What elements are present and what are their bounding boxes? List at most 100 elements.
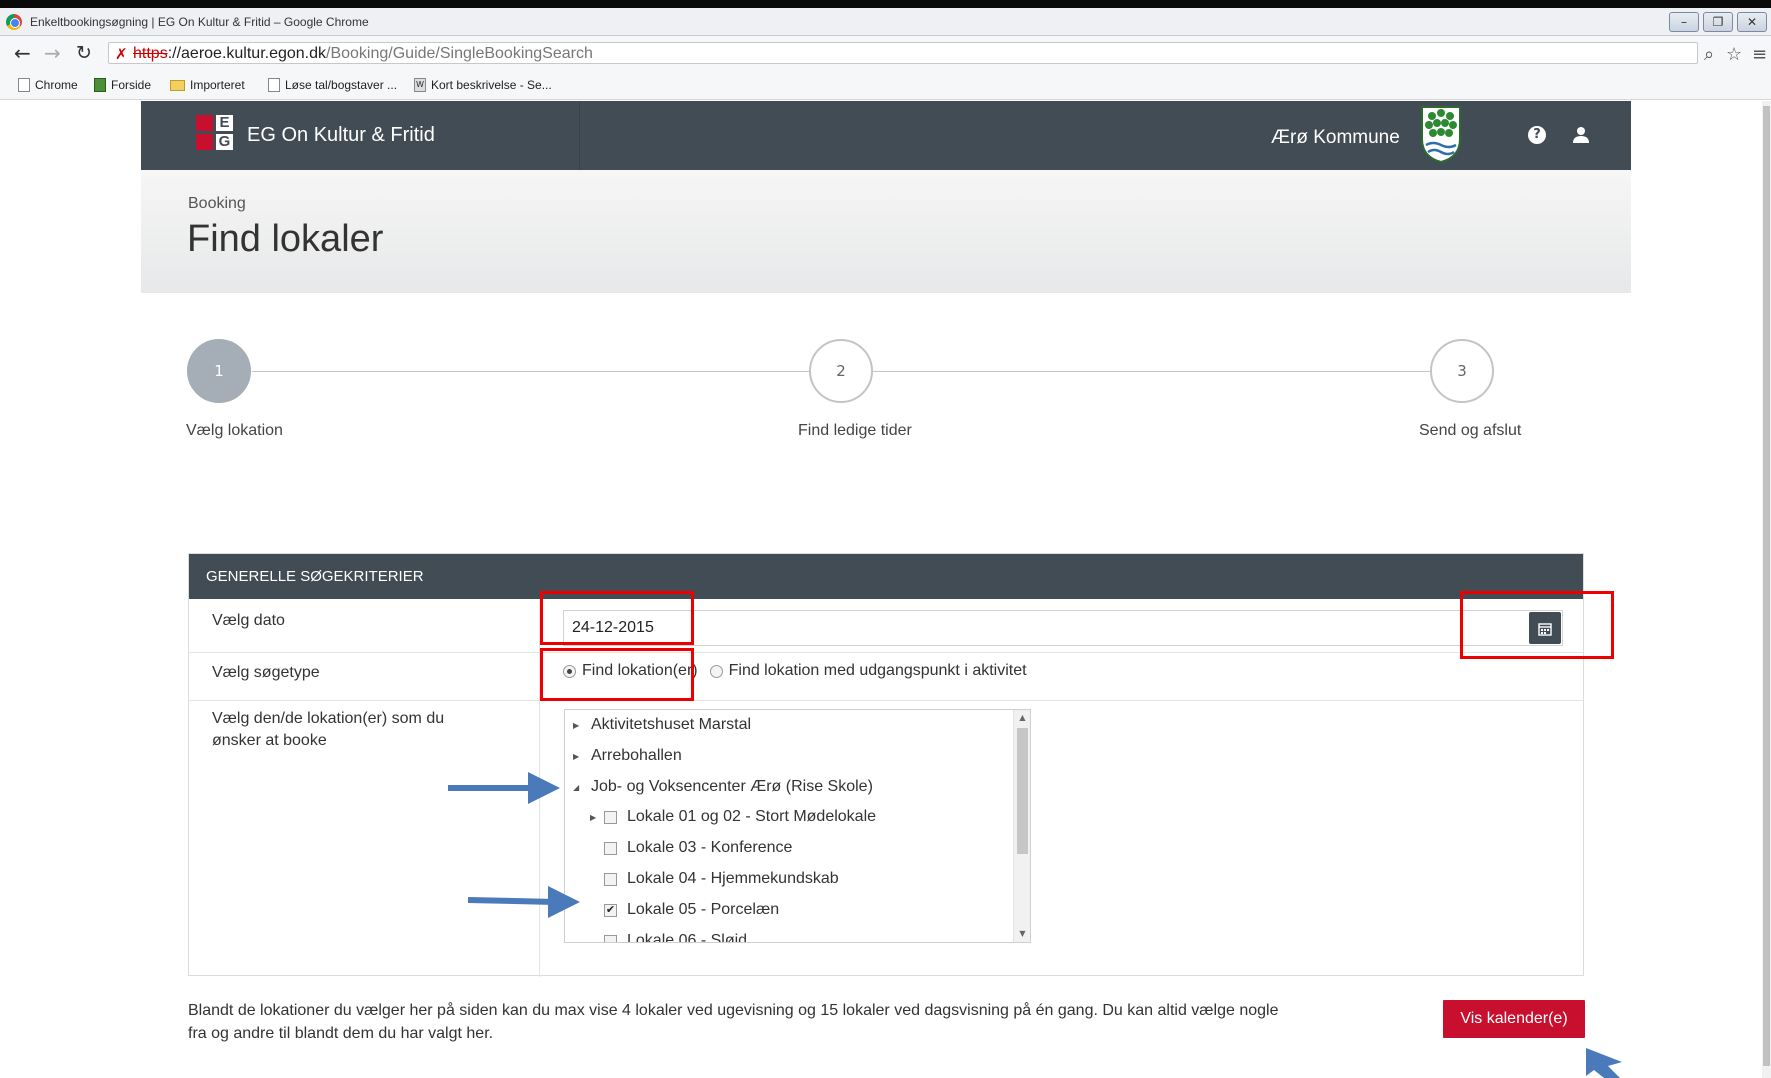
app-name[interactable]: EG On Kultur & Fritid <box>247 124 435 147</box>
bookmark-item[interactable]: Løse tal/bogstaver ... <box>268 78 397 92</box>
location-label-line2: ønsker at booke <box>212 732 327 749</box>
tree-scrollbar[interactable]: ▲ ▼ <box>1013 710 1030 942</box>
bookmark-item[interactable]: Importeret <box>170 78 245 92</box>
page-scrollbar-thumb[interactable] <box>1763 106 1770 1066</box>
step-3-circle: 3 <box>1430 339 1494 403</box>
zoom-icon[interactable]: ⌕ <box>1704 44 1714 65</box>
page-scrollbar[interactable] <box>1762 101 1771 1078</box>
minimize-icon[interactable]: – <box>1669 12 1699 32</box>
tree-leaf[interactable]: ▶ Lokale 01 og 02 - Stort Mødelokale <box>590 808 876 826</box>
menu-icon[interactable]: ≡ <box>1752 44 1767 65</box>
panel-heading: GENERELLE SØGEKRITERIER <box>189 554 1583 599</box>
show-calendar-button[interactable]: Vis kalender(e) <box>1443 1000 1585 1038</box>
search-criteria-panel: GENERELLE SØGEKRITERIER Vælg dato 24-12-… <box>188 553 1584 977</box>
address-bar[interactable]: ✗ https://aeroe.kultur.egon.dk/Booking/G… <box>108 42 1698 64</box>
scroll-down-icon[interactable]: ▼ <box>1014 926 1030 942</box>
user-icon[interactable] <box>1572 126 1590 144</box>
checkbox[interactable] <box>604 872 617 886</box>
page-heading: Booking Find lokaler <box>141 170 1631 293</box>
step-2-circle: 2 <box>809 339 873 403</box>
window-title: Enkeltbookingsøgning | EG On Kultur & Fr… <box>30 15 369 29</box>
row-divider <box>189 652 1583 653</box>
reload-icon[interactable]: ↻ <box>76 43 92 63</box>
scroll-up-icon[interactable]: ▲ <box>1014 710 1030 726</box>
municipality-crest-icon <box>1421 106 1461 163</box>
expand-icon[interactable]: ▶ <box>573 721 583 730</box>
page-title: Find lokaler <box>187 218 384 260</box>
browser-toolbar: ← → ↻ ✗ https://aeroe.kultur.egon.dk/Boo… <box>0 36 1771 70</box>
date-input[interactable]: 24-12-2015 <box>563 610 1563 646</box>
expand-icon[interactable]: ▶ <box>590 813 600 822</box>
page-icon <box>268 78 280 92</box>
tree-leaf[interactable]: Lokale 03 - Konference <box>604 839 792 857</box>
checkbox[interactable] <box>604 934 617 942</box>
logo-block <box>196 115 213 131</box>
step-2-label: Find ledige tider <box>798 422 912 439</box>
tree-node[interactable]: ▶ Aktivitetshuset Marstal <box>573 716 751 734</box>
expand-icon[interactable]: ▶ <box>573 752 583 761</box>
help-icon[interactable]: ? <box>1528 126 1546 144</box>
tree-node[interactable]: ◢ Job- og Voksencenter Ærø (Rise Skole) <box>573 778 873 796</box>
bookmark-label: Løse tal/bogstaver ... <box>285 78 398 92</box>
step-connector <box>252 371 809 372</box>
step-1-circle: 1 <box>187 339 251 403</box>
bookmarks-bar: Chrome Forside Importeret Løse tal/bogst… <box>0 70 1771 100</box>
tree-leaf-label[interactable]: Lokale 03 - Konference <box>627 839 792 857</box>
forward-arrow-icon[interactable]: → <box>44 43 61 63</box>
location-label: Vælg den/de lokation(er) som du ønsker at… <box>212 708 444 752</box>
page-icon <box>18 78 30 92</box>
url-path: /Booking/Guide/SingleBookingSearch <box>326 45 593 62</box>
radio-find-locations-label[interactable]: Find lokation(er) <box>582 662 698 680</box>
info-text: Blandt de lokationer du vælger her på si… <box>188 999 1358 1045</box>
date-label: Vælg dato <box>212 612 285 629</box>
checkbox-checked[interactable]: ✔ <box>604 903 617 917</box>
calendar-button[interactable] <box>1529 612 1561 644</box>
location-label-line1: Vælg den/de lokation(er) som du <box>212 710 445 727</box>
bookmark-label: Kort beskrivelse - Se... <box>431 78 552 92</box>
url-text[interactable]: https://aeroe.kultur.egon.dk/Booking/Gui… <box>133 45 593 63</box>
url-host: ://aeroe.kultur.egon.dk <box>167 45 327 62</box>
location-tree[interactable]: ▶ Aktivitetshuset Marstal ▶ Arrebohallen ◢… <box>564 709 1031 943</box>
tree-scrollbar-thumb[interactable] <box>1017 728 1028 854</box>
calendar-icon <box>1538 622 1552 636</box>
tree-leaf[interactable]: Lokale 06 - Sløjd <box>604 932 747 942</box>
folder-icon <box>170 79 185 91</box>
tree-node-label[interactable]: Job- og Voksencenter Ærø (Rise Skole) <box>591 778 873 796</box>
logo-letter-e: E <box>216 115 233 131</box>
radio-find-locations[interactable] <box>563 664 576 678</box>
window-frame-top <box>0 0 1771 8</box>
tree-node-label[interactable]: Arrebohallen <box>591 747 682 765</box>
tree-leaf-label[interactable]: Lokale 04 - Hjemmekundskab <box>627 870 839 888</box>
tree-leaf-label[interactable]: Lokale 06 - Sløjd <box>627 932 747 942</box>
back-arrow-icon[interactable]: ← <box>14 43 31 63</box>
bookmark-label: Chrome <box>35 78 78 92</box>
url-scheme: https <box>133 45 168 62</box>
tree-node[interactable]: ▶ Arrebohallen <box>573 747 682 765</box>
tree-node-label[interactable]: Aktivitetshuset Marstal <box>591 716 751 734</box>
radio-find-by-activity[interactable] <box>709 664 723 678</box>
insecure-lock-icon[interactable]: ✗ <box>115 45 128 63</box>
breadcrumb[interactable]: Booking <box>188 195 246 213</box>
bookmark-star-icon[interactable]: ☆ <box>1726 44 1742 65</box>
radio-find-by-activity-label[interactable]: Find lokation med udgangspunkt i aktivit… <box>729 662 1027 680</box>
tree-leaf[interactable]: ✔ Lokale 05 - Porcelæn <box>604 901 779 919</box>
restore-icon[interactable]: ❐ <box>1703 12 1733 32</box>
collapse-icon[interactable]: ◢ <box>573 783 583 792</box>
close-icon[interactable]: ✕ <box>1737 12 1767 32</box>
bookmark-label: Forside <box>111 78 152 92</box>
logo-block <box>196 134 213 150</box>
tree-leaf-label[interactable]: Lokale 05 - Porcelæn <box>627 901 779 919</box>
tree-leaf[interactable]: Lokale 04 - Hjemmekundskab <box>604 870 839 888</box>
checkbox[interactable] <box>604 810 617 824</box>
window-controls: – ❐ ✕ <box>1669 12 1767 32</box>
tree-leaf-label[interactable]: Lokale 01 og 02 - Stort Mødelokale <box>627 808 876 826</box>
row-divider <box>189 700 1583 701</box>
eg-logo[interactable]: E G <box>196 115 236 151</box>
step-3-label: Send og afslut <box>1419 422 1522 439</box>
search-type-options: Find lokation(er) Find lokation med udga… <box>563 662 1027 680</box>
app-header: E G EG On Kultur & Fritid Ærø Kommune ? <box>141 101 1631 170</box>
checkbox[interactable] <box>604 841 617 855</box>
bookmark-item[interactable]: Forside <box>94 78 151 92</box>
bookmark-item[interactable]: Chrome <box>18 78 78 92</box>
bookmark-item[interactable]: W Kort beskrivelse - Se... <box>414 78 552 92</box>
